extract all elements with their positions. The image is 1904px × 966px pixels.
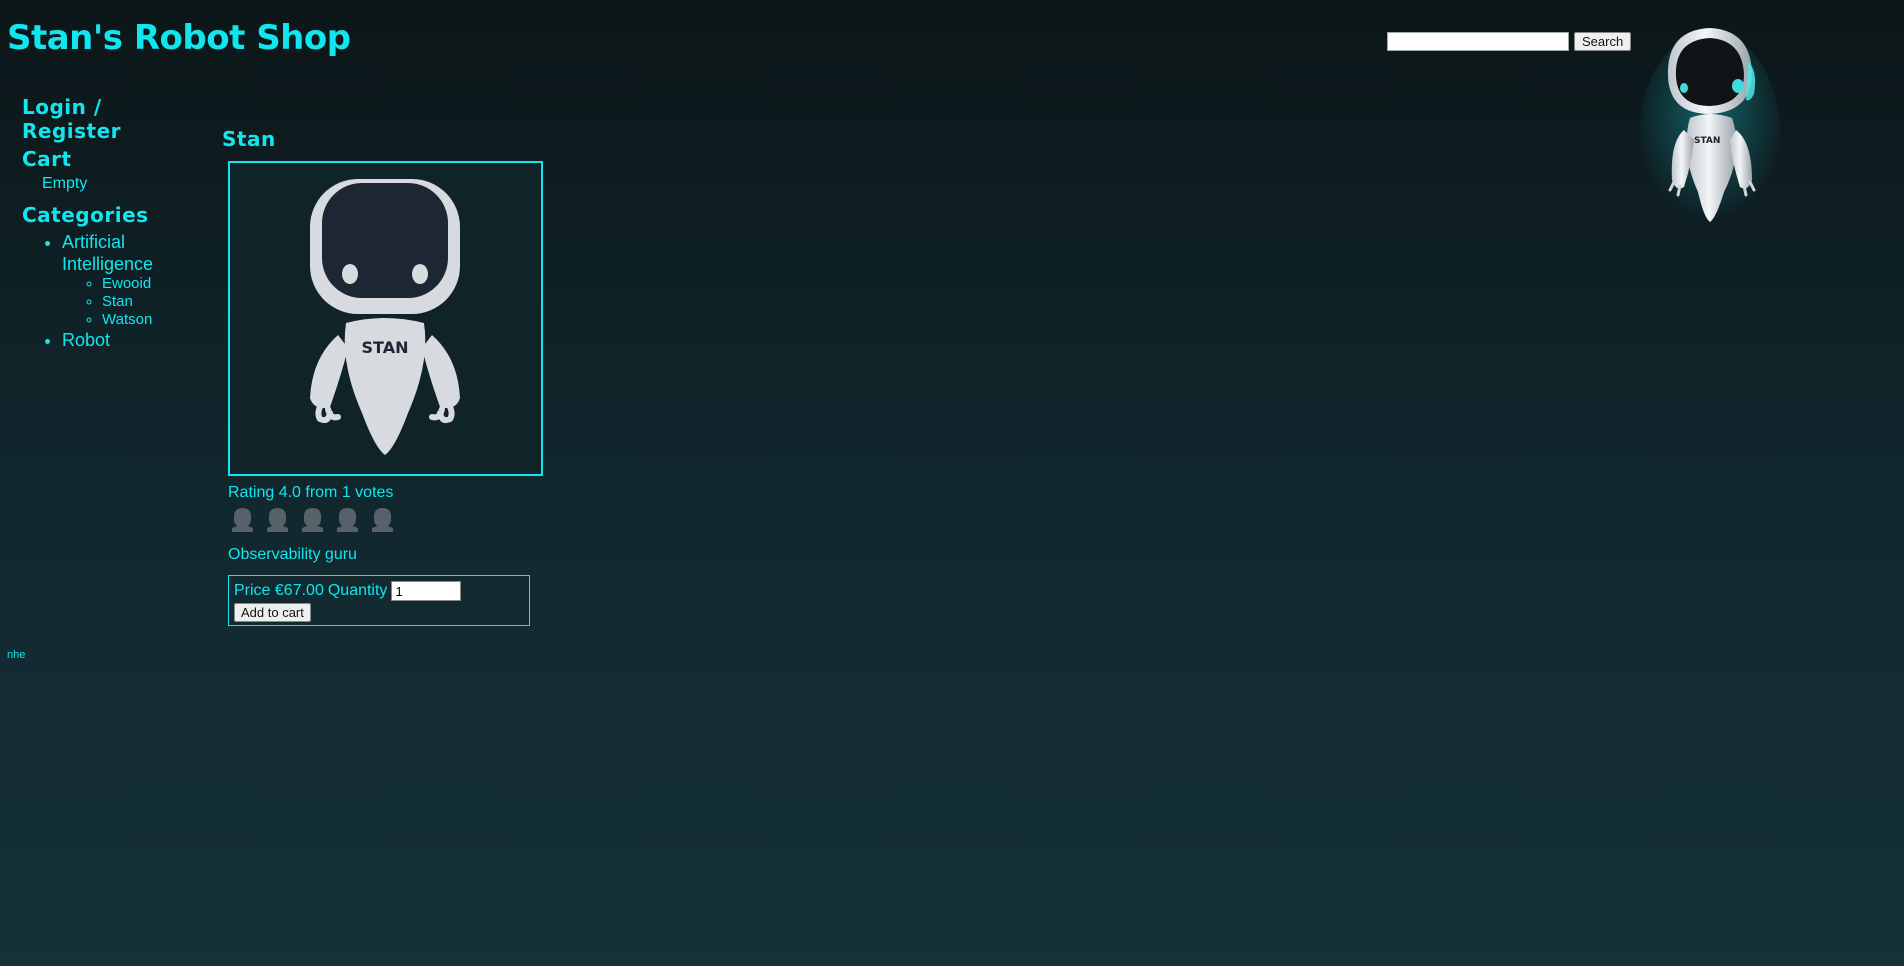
product-description: Observability guru xyxy=(228,546,357,563)
search-form: Search xyxy=(1387,32,1632,51)
rating-robot-icon-5[interactable] xyxy=(368,505,397,534)
rating-robot-icon-4[interactable] xyxy=(333,505,362,534)
rating-text: Rating 4.0 from 1 votes xyxy=(228,484,394,501)
add-to-cart-button[interactable]: Add to cart xyxy=(234,603,311,622)
site-title: Stan's Robot Shop xyxy=(7,18,351,58)
search-input[interactable] xyxy=(1387,32,1569,51)
rating-robot-icon-1[interactable] xyxy=(228,505,257,534)
rating-robot-icon-3[interactable] xyxy=(298,505,327,534)
category-link-artificial-intelligence[interactable]: Artificial Intelligence xyxy=(62,232,153,274)
category-list: Artificial Intelligence Ewooid Stan Wats… xyxy=(22,231,207,351)
mascot-label: STAN xyxy=(1694,136,1720,146)
category-item: Robot xyxy=(62,329,207,351)
price-label: Price €67.00 xyxy=(234,582,324,599)
rating-robot-icon-2[interactable] xyxy=(263,505,292,534)
footer-text: nhe xyxy=(7,649,26,661)
product-link-stan[interactable]: Stan xyxy=(102,293,133,310)
category-item: Artificial Intelligence Ewooid Stan Wats… xyxy=(62,231,207,329)
quantity-input[interactable] xyxy=(391,581,462,601)
mascot-robot-image: STAN xyxy=(1640,28,1780,232)
sidebar: Login / Register Cart Empty Categories A… xyxy=(22,95,207,351)
product-title: Stan xyxy=(222,127,276,151)
cart-link[interactable]: Cart xyxy=(22,147,207,171)
category-link-robot[interactable]: Robot xyxy=(62,330,110,350)
product-link-watson[interactable]: Watson xyxy=(102,311,152,328)
categories-heading: Categories xyxy=(22,203,149,227)
login-register-link[interactable]: Login / Register xyxy=(22,95,207,143)
product-image: STAN xyxy=(228,161,543,476)
quantity-label: Quantity xyxy=(327,582,388,599)
product-image-label: STAN xyxy=(362,338,409,357)
subcategory-list: Ewooid Stan Watson xyxy=(62,275,207,329)
product-item: Stan xyxy=(102,293,207,311)
rating-stars xyxy=(228,505,397,534)
cart-status: Empty xyxy=(42,175,88,192)
stan-robot-icon: STAN xyxy=(310,179,460,455)
purchase-box: Price €67.00 Quantity Add to cart xyxy=(228,575,530,626)
product-item: Ewooid xyxy=(102,275,207,293)
product-link-ewooid[interactable]: Ewooid xyxy=(102,275,151,292)
product-item: Watson xyxy=(102,311,207,329)
search-button[interactable]: Search xyxy=(1574,32,1632,51)
